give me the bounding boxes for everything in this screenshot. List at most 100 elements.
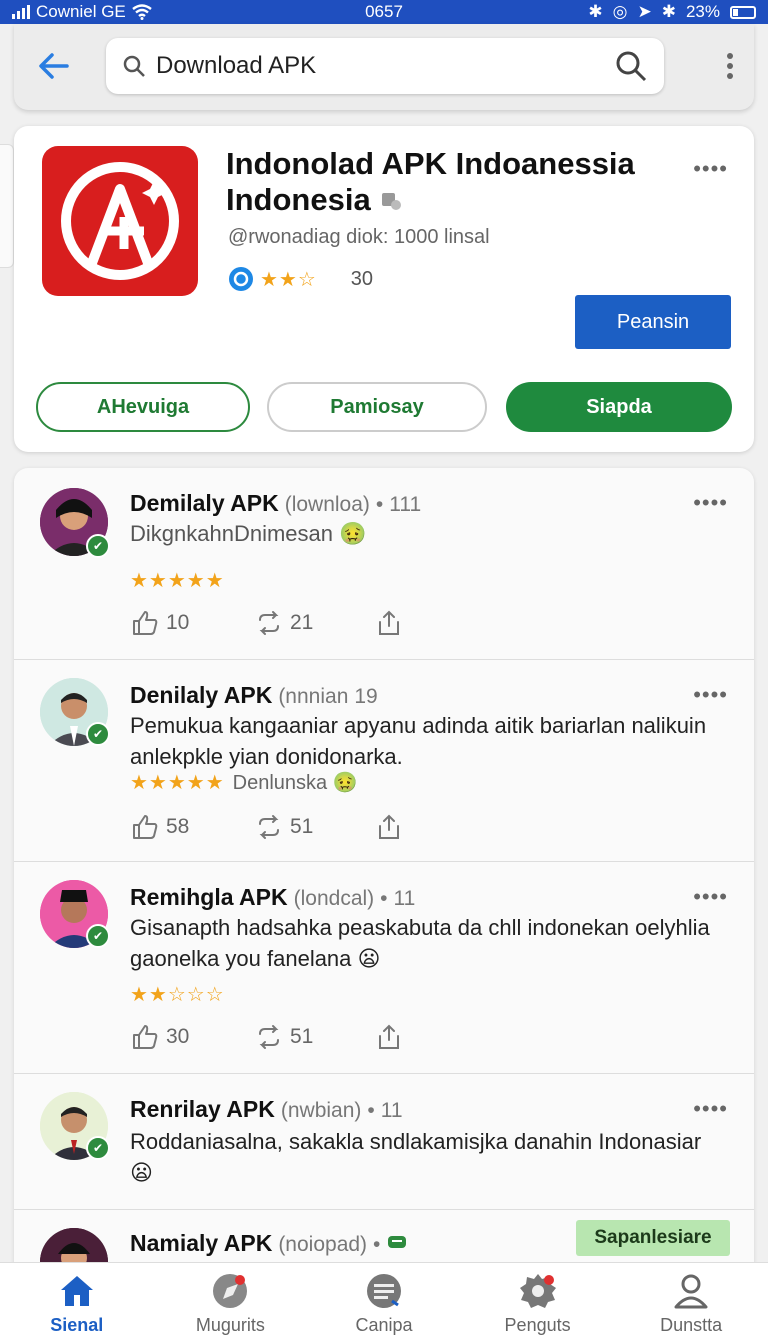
list-item: Namialy APK (noiopad) • Sapanlesiare [14, 1210, 754, 1268]
share-button[interactable] [374, 812, 404, 842]
app-title: Indonolad APK Indoanessia Indonesia [226, 146, 666, 218]
post-stars: ★★★★★ [130, 772, 225, 794]
post-time: 19 [354, 685, 378, 708]
repost-count: 51 [290, 1025, 314, 1048]
battery-level: 23% [685, 2, 720, 21]
nav-item-penguts[interactable]: Penguts [461, 1263, 615, 1344]
post-time: 11 [393, 887, 416, 910]
repost-count: 51 [290, 815, 314, 838]
nav-label: Mugurits [195, 1315, 265, 1335]
post-author[interactable]: Renrilay APK [130, 1096, 275, 1123]
share-icon [379, 1024, 399, 1049]
thumbs-up-icon [133, 1025, 158, 1049]
app-rating: ★★☆ 30 [228, 266, 373, 292]
overflow-menu-icon[interactable] [726, 52, 734, 80]
sapanlesiare-tag[interactable]: Sapanlesiare [576, 1220, 730, 1256]
repost-icon [259, 1025, 279, 1049]
search-submit-icon[interactable] [614, 49, 648, 83]
post-body: Pemukua kangaaniar apyanu adinda aitik b… [130, 713, 707, 769]
search-icon [123, 55, 145, 77]
list-item: ✔ Demilaly APK (lownloa) • 111 •••• Dikg… [14, 468, 754, 660]
app-stars: ★★☆ [260, 268, 317, 291]
pamiosay-button[interactable]: Pamiosay [267, 382, 487, 432]
verified-badge-icon: ✔ [86, 534, 110, 558]
list-item: ✔ Renrilay APK (nwbian) • 11 •••• Roddan… [14, 1074, 754, 1210]
share-icon [379, 610, 399, 635]
app-logo-icon [42, 146, 198, 296]
nav-item-dunstta[interactable]: Dunstta [614, 1263, 768, 1344]
nav-item-sienal[interactable]: Sienal [0, 1263, 154, 1344]
post-handle: (noiopad) [278, 1233, 368, 1256]
like-button[interactable]: 30 [130, 1022, 254, 1052]
post-body: Roddaniasalna, sakakla sndlakamisjka dan… [130, 1129, 702, 1185]
post-author[interactable]: Demilaly APK [130, 490, 279, 517]
post-body: Gisanapth hadsahka peaskabuta da chll in… [130, 915, 710, 971]
bluetooth-icon: ✱ [588, 2, 603, 21]
status-bar: Cowniel GE 0657 ✱ ◎ ➤ ✱ 23% [0, 0, 768, 24]
thumbs-up-icon [133, 611, 158, 635]
post-dot: • [373, 1233, 381, 1256]
post-time: 111 [389, 493, 422, 516]
verified-badge-icon: ✔ [86, 722, 110, 746]
repost-button[interactable]: 21 [254, 608, 374, 638]
post-rating-text: Denlunska 🤢 [232, 772, 358, 794]
post-stars: ★★★★★ [130, 570, 225, 592]
nav-label: Canipa [355, 1315, 413, 1335]
back-arrow-icon[interactable] [34, 46, 74, 86]
app-rating-count: 30 [350, 267, 374, 290]
like-button[interactable]: 10 [130, 608, 254, 638]
post-more-icon[interactable]: •••• [693, 884, 728, 910]
share-button[interactable] [374, 608, 404, 638]
search-query: Download APK [156, 52, 317, 79]
search-header: Download APK [14, 24, 754, 110]
signal-icon [12, 5, 30, 19]
like-button[interactable]: 58 [130, 812, 254, 842]
post-more-icon[interactable]: •••• [693, 682, 728, 708]
message-icon [366, 1274, 401, 1308]
share-button[interactable] [374, 1022, 404, 1052]
side-peek-card[interactable] [0, 144, 14, 268]
search-input[interactable]: Download APK [106, 38, 664, 94]
siapda-button[interactable]: Siapda [506, 382, 732, 432]
compass-icon [213, 1274, 248, 1308]
verified-icon [381, 193, 401, 210]
nav-label: Dunstta [660, 1315, 723, 1335]
bottom-nav: Sienal Mugurits Canipa Penguts Dunstta [0, 1262, 768, 1344]
app-card: Indonolad APK Indoanessia Indonesia @rwo… [14, 126, 754, 452]
repost-icon [259, 611, 279, 635]
verified-badge-icon: ✔ [86, 924, 110, 948]
post-more-icon[interactable]: •••• [693, 1096, 728, 1122]
post-body: DikgnkahnDnimesan 🤢 [130, 521, 367, 546]
post-stars: ★★☆☆☆ [130, 984, 225, 1006]
battery-icon [730, 5, 756, 19]
thumbs-up-icon [133, 815, 158, 839]
post-more-icon[interactable]: •••• [693, 490, 728, 516]
gear-icon [519, 1274, 556, 1308]
repost-button[interactable]: 51 [254, 812, 374, 842]
post-author[interactable]: Remihgla APK [130, 884, 288, 911]
app-title-line1: Indonolad APK Indoanessia [226, 146, 635, 181]
home-icon [60, 1276, 93, 1306]
app-subtitle: @rwonadiag diok: 1000 linsal [228, 226, 490, 248]
repost-icon [259, 815, 279, 839]
post-dot: • [380, 887, 388, 910]
post-time: 11 [380, 1099, 403, 1122]
post-dot: • [367, 1099, 375, 1122]
ahevuiga-button[interactable]: AHevuiga [36, 382, 250, 432]
post-handle: (nnnian [278, 685, 349, 708]
post-dot: • [375, 493, 384, 516]
repost-count: 21 [290, 611, 314, 634]
nav-label: Sienal [50, 1315, 104, 1335]
nav-item-mugurits[interactable]: Mugurits [154, 1263, 308, 1344]
wifi-icon [132, 4, 152, 20]
post-author[interactable]: Denilaly APK [130, 682, 272, 709]
chat-bubble-icon [388, 1236, 407, 1248]
post-author[interactable]: Namialy APK [130, 1230, 272, 1257]
list-item: ✔ Remihgla APK (londcal) • 11 •••• Gisan… [14, 862, 754, 1074]
app-more-icon[interactable]: •••• [693, 156, 728, 182]
post-handle: (londcal) [293, 887, 375, 910]
repost-button[interactable]: 51 [254, 1022, 374, 1052]
nav-item-canipa[interactable]: Canipa [307, 1263, 461, 1344]
peansin-button[interactable]: Peansin [575, 295, 731, 349]
review-feed: ✔ Demilaly APK (lownloa) • 111 •••• Dikg… [14, 468, 754, 1268]
